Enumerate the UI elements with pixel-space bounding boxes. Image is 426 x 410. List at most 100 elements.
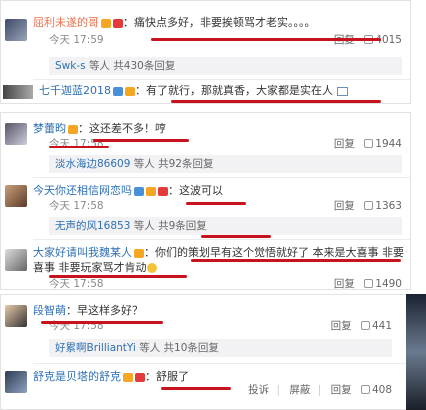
comment-actions: 回复 1944 xyxy=(328,137,402,151)
replies-summary-names[interactable]: 无声的风16853 xyxy=(55,220,130,232)
replies-summary-count: 等人 共430条回复 xyxy=(88,60,176,72)
comment-panel-middle: 梦蕾昀 ：这还差不多！哼 今天 17:58 回复 1944 淡水海边86609 等… xyxy=(0,112,411,290)
divider xyxy=(33,177,410,178)
comment-username[interactable]: 大家好请叫我魏某人 xyxy=(33,246,132,259)
like-button[interactable]: 1944 xyxy=(364,138,402,150)
replies-summary-count: 等人 共92条回复 xyxy=(133,158,214,170)
vip-badge-icon xyxy=(101,18,111,28)
comment-username[interactable]: 七千迦蓝2018 xyxy=(39,84,111,97)
reply-button[interactable]: 回复 xyxy=(334,278,355,289)
annotation-underline xyxy=(93,139,189,142)
member-badge-icon xyxy=(158,186,168,196)
like-button[interactable]: 441 xyxy=(360,320,392,332)
replies-summary-names[interactable]: 淡水海边86609 xyxy=(55,158,130,170)
comment-username[interactable]: 梦蕾昀 xyxy=(33,122,66,135)
annotation-underline xyxy=(49,146,109,148)
comment-item: 今天你还相信网恋吗 ：这波可以 今天 17:58 回复 1363 无声的风1685… xyxy=(1,183,410,235)
user-avatar-icon[interactable] xyxy=(5,249,27,271)
comment-text: ：这还差不多！哼 xyxy=(78,122,166,135)
reply-button[interactable]: 回复 xyxy=(334,200,355,212)
user-avatar-icon[interactable] xyxy=(5,185,27,207)
like-count: 441 xyxy=(371,320,392,332)
thumb-up-icon xyxy=(364,139,374,148)
action-separator: | xyxy=(317,384,322,396)
comment-actions: 投诉 | 屏蔽 | 回复 408 xyxy=(242,383,392,397)
comment-actions: 回复 1490 xyxy=(328,277,402,290)
comment-actions: 回复 1363 xyxy=(328,199,402,213)
user-avatar-icon[interactable] xyxy=(5,19,27,41)
like-count: 408 xyxy=(371,384,392,396)
comment-panel-top: 屈利未遂的哥：痛快点多好，非要挨顿骂才老实。。。。 今天 17:59 回复 40… xyxy=(0,0,411,104)
user-avatar-icon[interactable] xyxy=(3,85,33,99)
reply-button[interactable]: 回复 xyxy=(331,384,352,396)
replies-summary[interactable]: Swk-s 等人 共430条回复 xyxy=(49,57,402,75)
comment-text: ：有了就行，那就真香，大家都是实在人 xyxy=(135,84,333,97)
block-button[interactable]: 屏蔽 xyxy=(289,384,310,396)
replies-summary[interactable]: 无声的风16853 等人 共9条回复 xyxy=(49,217,402,235)
like-count: 1363 xyxy=(375,200,402,212)
report-button[interactable]: 投诉 xyxy=(248,384,269,396)
annotation-underline xyxy=(151,38,381,41)
like-button[interactable]: 408 xyxy=(360,384,392,396)
thumb-up-icon xyxy=(364,201,374,210)
member-badge-icon xyxy=(113,18,123,28)
thumb-up-icon xyxy=(364,279,374,288)
vip-badge-icon xyxy=(134,248,144,258)
smile-emoji-icon xyxy=(146,263,157,273)
replies-summary-names[interactable]: Swk-s xyxy=(55,60,86,72)
annotation-underline xyxy=(49,275,187,278)
member-badge-icon xyxy=(135,372,145,382)
like-count: 1490 xyxy=(375,278,402,290)
level-badge-icon xyxy=(125,86,135,96)
comment-item: 大家好请叫我魏某人 ：你们的策划早有这个觉悟就好了 本来是大喜事 非要玩家骂才肯动… xyxy=(1,245,410,290)
comment-text-continued: 喜事 非要玩家骂才肯动 xyxy=(33,261,147,274)
comment-text: ：痛快点多好，非要挨顿骂才老实。。。。 xyxy=(123,16,316,29)
replies-summary[interactable]: 淡水海边86609 等人 共92条回复 xyxy=(49,155,402,173)
comment-username[interactable]: 今天你还相信网恋吗 xyxy=(33,184,132,197)
comment-username[interactable]: 舒克是贝塔的舒克 xyxy=(33,370,121,383)
verified-badge-icon xyxy=(113,86,123,96)
like-button[interactable]: 1490 xyxy=(364,278,402,290)
level-badge-icon xyxy=(146,186,156,196)
user-avatar-icon[interactable] xyxy=(5,305,27,327)
comment-item: 段智萌：早这样多好？ 今天 17:58 回复 441 好累啊BrilliantY… xyxy=(1,303,410,359)
annotation-underline xyxy=(191,259,401,262)
user-avatar-icon[interactable] xyxy=(5,123,27,145)
annotation-underline xyxy=(171,100,381,103)
like-button[interactable]: 1363 xyxy=(364,200,402,212)
annotation-underline xyxy=(41,321,163,324)
thumb-up-icon xyxy=(360,321,370,330)
verified-badge-icon xyxy=(134,186,144,196)
replies-summary[interactable]: 好累啊BrilliantYi 等人 共10条回复 xyxy=(49,339,392,357)
comment-text: ：你们的策划早有这个觉悟就好了 本来是大喜事 非要玩家骂才肯动 xyxy=(144,246,404,259)
annotation-underline xyxy=(201,235,271,238)
comment-text: ：早这样多好？ xyxy=(66,304,143,317)
thumb-up-icon xyxy=(360,385,370,394)
divider xyxy=(33,79,410,80)
divider xyxy=(33,239,410,240)
user-avatar-icon[interactable] xyxy=(5,371,27,393)
like-count: 1944 xyxy=(375,138,402,150)
comment-text: ：这波可以 xyxy=(168,184,223,197)
comment-panel-bottom: 段智萌：早这样多好？ 今天 17:58 回复 441 好累啊BrilliantY… xyxy=(0,294,411,410)
annotation-underline xyxy=(161,387,231,390)
replies-summary-count: 等人 共10条回复 xyxy=(139,342,219,354)
comment-username[interactable]: 屈利未遂的哥 xyxy=(33,16,99,29)
vip-badge-icon xyxy=(68,124,78,134)
comment-time: 今天 17:59 xyxy=(49,34,104,46)
vip-badge-icon xyxy=(123,372,133,382)
comment-text: ：舒服了 xyxy=(145,370,189,383)
comment-time: 今天 17:58 xyxy=(49,200,104,212)
comment-time: 今天 17:58 xyxy=(49,278,104,290)
action-separator: | xyxy=(276,384,281,396)
image-icon[interactable] xyxy=(337,86,348,96)
comment-username[interactable]: 段智萌 xyxy=(33,304,66,317)
replies-summary-count: 等人 共9条回复 xyxy=(133,220,207,232)
divider xyxy=(33,363,410,364)
annotation-underline xyxy=(186,202,246,205)
comment-actions: 回复 441 xyxy=(325,319,392,333)
reply-button[interactable]: 回复 xyxy=(331,320,352,332)
replies-summary-names[interactable]: 好累啊BrilliantYi xyxy=(55,342,136,354)
background-image-edge xyxy=(406,294,426,410)
reply-button[interactable]: 回复 xyxy=(334,138,355,150)
